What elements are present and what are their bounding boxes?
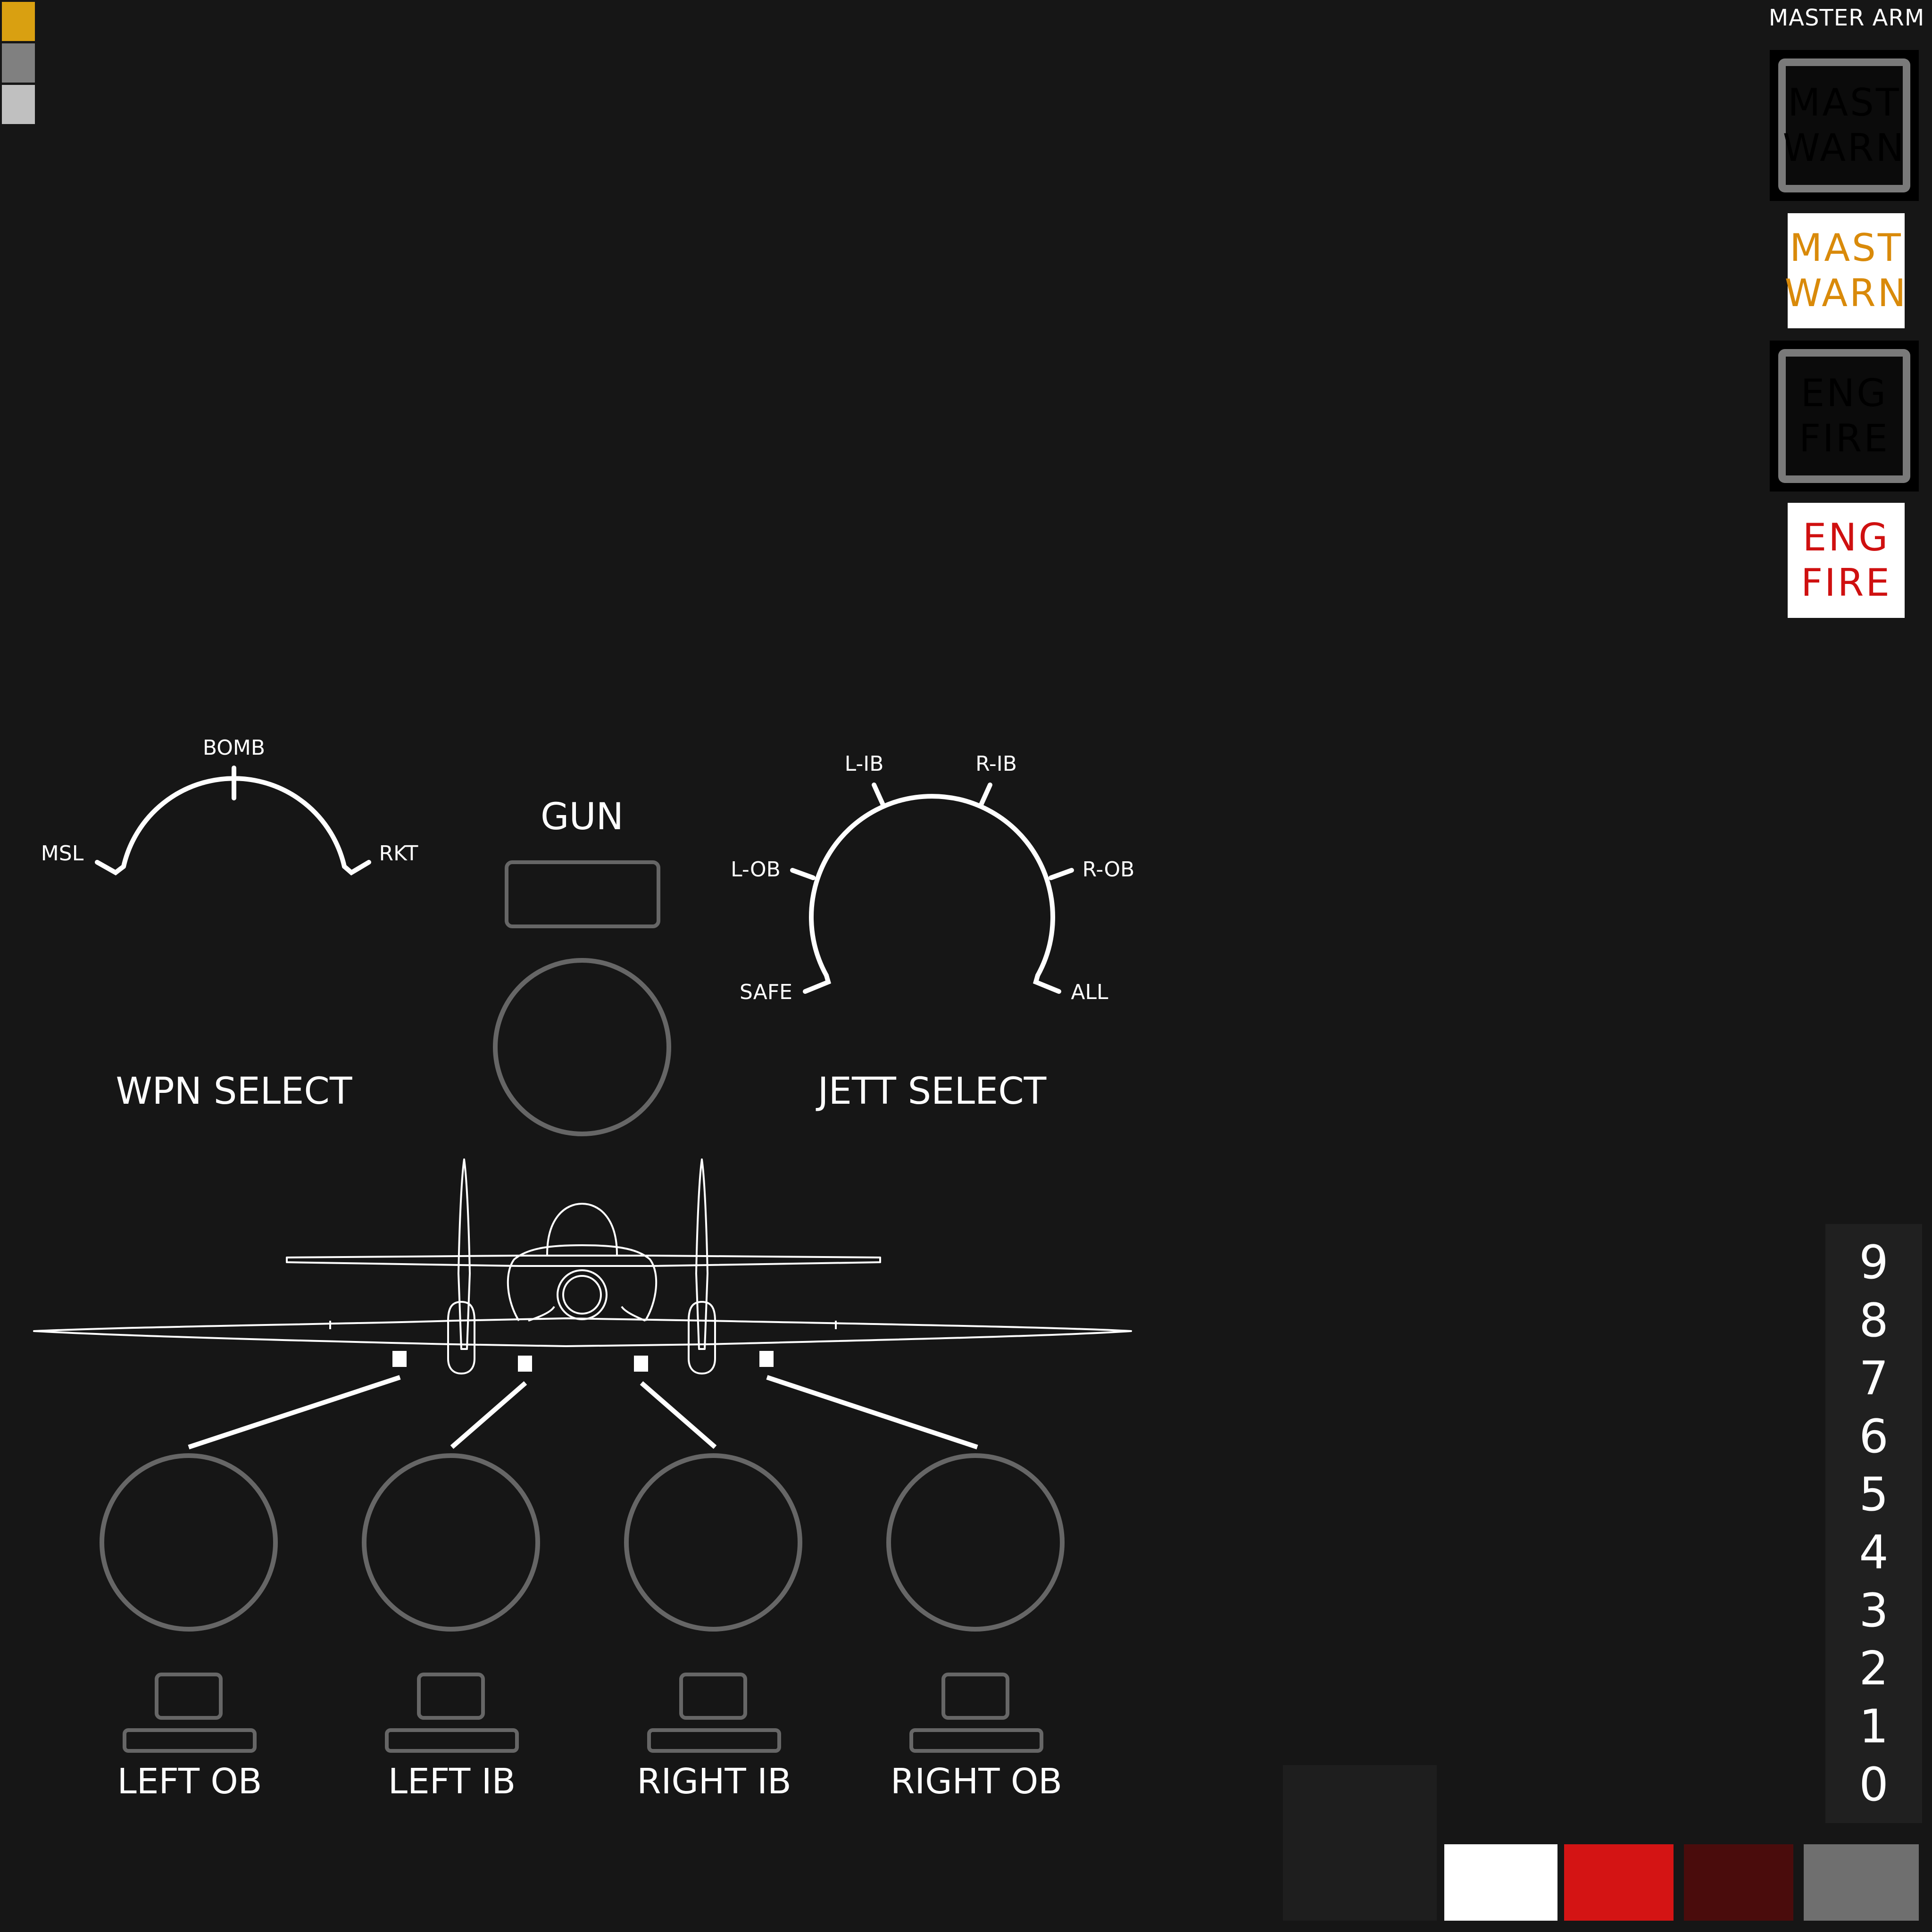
jett-tick-l-ob <box>790 868 816 880</box>
digit-7: 7 <box>1859 1351 1889 1406</box>
mast-warn-lit-line1: MAST <box>1790 226 1903 270</box>
eng-fire-line1: ENG <box>1800 371 1888 415</box>
pylon-right-ob <box>759 1351 774 1367</box>
jett-tick-all <box>1033 973 1061 994</box>
station-label-left-ib: LEFT IB <box>388 1761 516 1802</box>
pylon-left-ib <box>518 1356 532 1372</box>
station-indicator-right-ob <box>941 1673 1009 1720</box>
master-arm-title: MASTER ARM <box>1768 5 1925 31</box>
pylon-left-ob <box>392 1351 407 1367</box>
station-base-left-ob <box>123 1728 257 1753</box>
palette-gray-swatch <box>1804 1844 1919 1921</box>
gun-indicator-window <box>505 860 660 928</box>
pylon-right-ib <box>634 1356 648 1372</box>
mast-warn-lamp-off[interactable]: MAST WARN <box>1770 50 1919 201</box>
digit-9: 9 <box>1859 1235 1889 1290</box>
jett-label-r-ib: R-IB <box>975 752 1017 776</box>
jett-select-title: JETT SELECT <box>816 1070 1047 1113</box>
station-indicator-right-ib <box>679 1673 747 1720</box>
gun-title: GUN <box>541 796 624 838</box>
station-indicator-left-ob <box>155 1673 223 1720</box>
mast-warn-lamp-lit[interactable]: MAST WARN <box>1784 213 1908 328</box>
eng-fire-bezel: ENG FIRE <box>1778 349 1910 483</box>
digit-6: 6 <box>1859 1409 1889 1464</box>
station-left-ib[interactable]: LEFT IB <box>362 1453 540 1802</box>
station-right-ob[interactable]: RIGHT OB <box>886 1453 1065 1802</box>
station-base-right-ib <box>647 1728 781 1753</box>
weapons-panel: MSL BOMB RKT WPN SELECT GUN SAFE L-OB L-… <box>33 736 1135 1802</box>
digit-4: 4 <box>1859 1525 1889 1580</box>
eng-fire-lit-line2: FIRE <box>1801 561 1891 605</box>
mast-warn-line2: WARN <box>1782 126 1906 170</box>
mast-warn-bezel: MAST WARN <box>1778 58 1910 192</box>
jett-label-l-ob: L-OB <box>731 858 781 882</box>
station-knob-right-ob[interactable] <box>886 1453 1065 1632</box>
station-right-ib[interactable]: RIGHT IB <box>624 1453 802 1802</box>
station-knob-left-ib[interactable] <box>362 1453 540 1632</box>
eng-fire-line2: FIRE <box>1799 416 1890 460</box>
station-base-right-ob <box>909 1728 1043 1753</box>
digit-5: 5 <box>1859 1467 1889 1522</box>
jett-tick-safe <box>803 973 832 994</box>
eng-fire-lamp-off[interactable]: ENG FIRE <box>1770 341 1919 491</box>
digit-0: 0 <box>1859 1757 1889 1812</box>
jett-tick-l-ib <box>872 783 885 807</box>
jett-label-r-ob: R-OB <box>1083 858 1135 882</box>
station-leader-lines <box>188 1375 978 1449</box>
jett-select-dial[interactable] <box>790 783 1074 994</box>
digit-3: 3 <box>1859 1583 1889 1638</box>
palette-dark-swatch <box>1283 1765 1437 1921</box>
jett-tick-r-ib <box>979 783 992 807</box>
palette-red-swatch <box>1564 1844 1674 1921</box>
aircraft-silhouette <box>33 1158 1132 1374</box>
gun-switch-knob[interactable] <box>493 958 671 1136</box>
wpn-select-tick-msl <box>95 860 126 875</box>
digit-1: 1 <box>1859 1699 1889 1754</box>
wpn-select-label-rkt: RKT <box>379 841 418 866</box>
wpn-select-dial[interactable] <box>95 766 371 876</box>
station-label-right-ib: RIGHT IB <box>637 1761 791 1802</box>
station-base-left-ib <box>385 1728 519 1753</box>
digit-2: 2 <box>1859 1641 1889 1696</box>
jett-label-all: ALL <box>1071 980 1108 1004</box>
wpn-select-label-msl: MSL <box>41 841 84 866</box>
jett-label-l-ib: L-IB <box>845 752 884 776</box>
palette-white-swatch <box>1444 1844 1557 1921</box>
jett-label-safe: SAFE <box>740 980 792 1004</box>
digit-8: 8 <box>1859 1293 1889 1348</box>
station-knob-right-ib[interactable] <box>624 1453 802 1632</box>
station-knob-left-ob[interactable] <box>100 1453 278 1632</box>
digit-scale: 9 8 7 6 5 4 3 2 1 0 <box>1825 1224 1922 1823</box>
pylons <box>392 1351 774 1372</box>
wpn-select-label-bomb: BOMB <box>203 736 265 760</box>
station-indicator-left-ib <box>417 1673 485 1720</box>
station-left-ob[interactable]: LEFT OB <box>100 1453 278 1802</box>
mast-warn-lit-line2: WARN <box>1784 271 1908 315</box>
station-label-left-ob: LEFT OB <box>117 1761 262 1802</box>
jett-tick-r-ob <box>1049 868 1074 880</box>
eng-fire-lit-line1: ENG <box>1802 516 1890 559</box>
mast-warn-line1: MAST <box>1788 81 1901 125</box>
wpn-select-title: WPN SELECT <box>116 1070 352 1113</box>
station-label-right-ob: RIGHT OB <box>891 1761 1062 1802</box>
wpn-select-tick-rkt <box>342 860 371 876</box>
palette-dark-red-swatch <box>1684 1844 1793 1921</box>
eng-fire-lamp-lit[interactable]: ENG FIRE <box>1788 503 1905 618</box>
